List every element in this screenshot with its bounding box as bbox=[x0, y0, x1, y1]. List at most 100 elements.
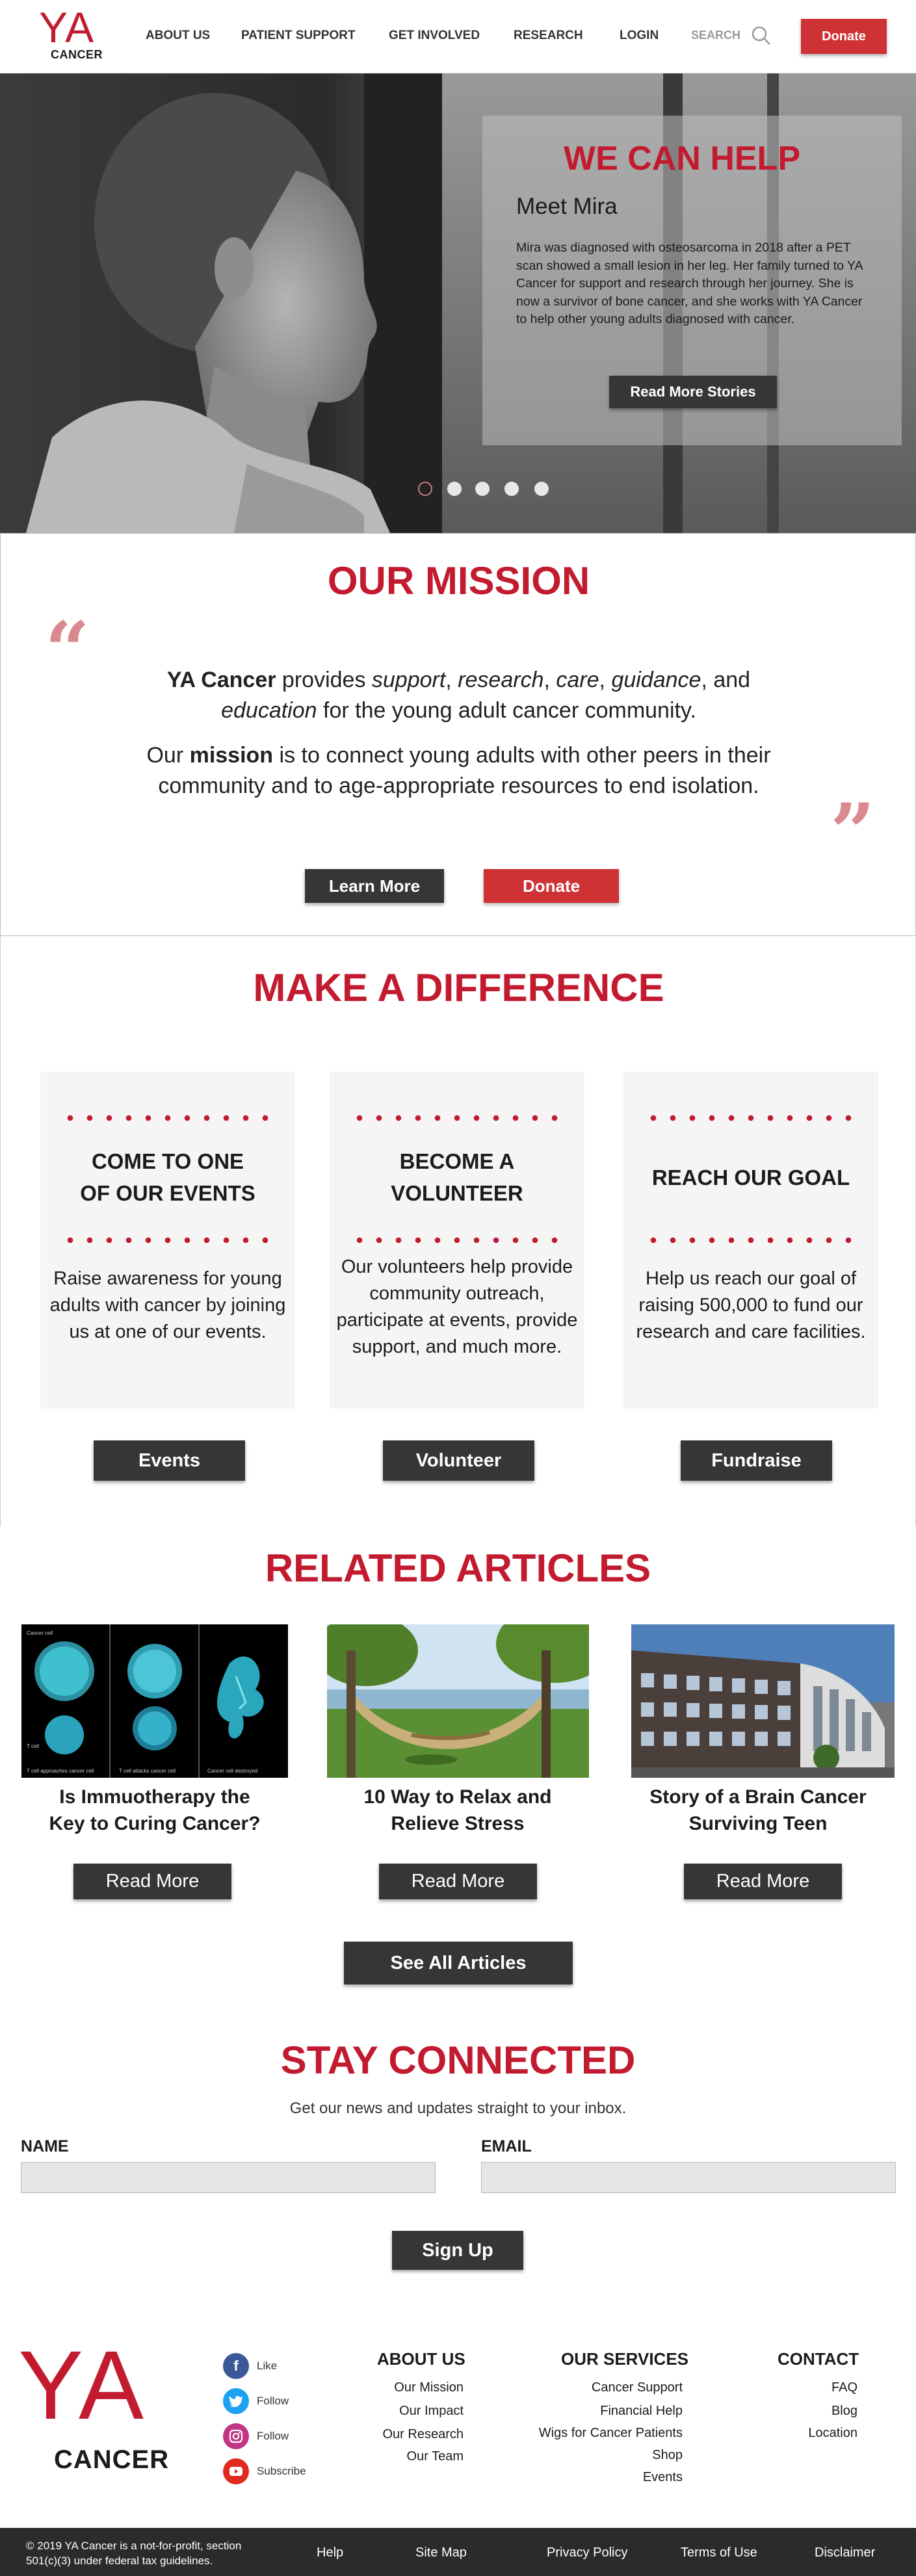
mission-title: OUR MISSION bbox=[327, 559, 590, 603]
bottom-link-disclaimer[interactable]: Disclaimer bbox=[815, 2545, 875, 2560]
learn-more-button[interactable]: Learn More bbox=[305, 869, 444, 903]
bottom-link-site-map[interactable]: Site Map bbox=[415, 2545, 467, 2560]
logo-ya[interactable]: YA bbox=[39, 6, 94, 49]
nav-get-involved[interactable]: GET INVOLVED bbox=[389, 29, 480, 43]
footer-logo-cancer[interactable]: CANCER bbox=[54, 2445, 169, 2475]
footer-link-blog[interactable]: Blog bbox=[831, 2404, 857, 2419]
article-image-hammock[interactable] bbox=[327, 1624, 589, 1778]
footer-link-shop[interactable]: Shop bbox=[652, 2448, 683, 2463]
footer-logo-ya[interactable]: YA bbox=[18, 2336, 146, 2434]
twitter-label: Follow bbox=[257, 2395, 289, 2407]
card-title-line: VOLUNTEER bbox=[391, 1181, 523, 1205]
article-title-line: Key to Curing Cancer? bbox=[49, 1813, 261, 1834]
social-instagram[interactable]: Follow bbox=[223, 2423, 353, 2449]
footer-link-our-team[interactable]: Our Team bbox=[407, 2449, 464, 2464]
carousel-dot-4[interactable] bbox=[504, 482, 519, 496]
dot-divider bbox=[348, 1115, 566, 1121]
events-button[interactable]: Events bbox=[94, 1440, 245, 1481]
card-title-line: REACH OUR GOAL bbox=[651, 1165, 850, 1190]
mission-word: guidance bbox=[611, 668, 701, 692]
difference-title: MAKE A DIFFERENCE bbox=[253, 966, 664, 1009]
events-card: COME TO ONE OF OUR EVENTS Raise awareness… bbox=[40, 1072, 295, 1409]
bottom-link-terms-of-use[interactable]: Terms of Use bbox=[681, 2545, 757, 2560]
read-more-button-3[interactable]: Read More bbox=[684, 1864, 842, 1899]
mission-text: for the young adult cancer community. bbox=[317, 698, 696, 723]
article-title-brain-cancer[interactable]: Story of a Brain Cancer Surviving Teen bbox=[628, 1784, 888, 1837]
connected-subtitle: Get our news and updates straight to you… bbox=[289, 2100, 627, 2117]
nav-login[interactable]: LOGIN bbox=[620, 29, 659, 43]
footer-link-cancer-support[interactable]: Cancer Support bbox=[592, 2380, 683, 2395]
facebook-icon: f bbox=[223, 2353, 249, 2379]
footer-link-wigs[interactable]: Wigs for Cancer Patients bbox=[539, 2426, 683, 2441]
email-input[interactable] bbox=[481, 2162, 896, 2193]
footer-link-location[interactable]: Location bbox=[808, 2426, 857, 2441]
carousel-dot-5[interactable] bbox=[534, 482, 549, 496]
footer-contact-heading: CONTACT bbox=[778, 2349, 859, 2369]
dot-divider bbox=[59, 1237, 277, 1243]
social-facebook[interactable]: f Like bbox=[223, 2353, 353, 2379]
hero-headline: WE CAN HELP bbox=[564, 140, 800, 177]
related-articles-section: RELATED ARTICLES Cancer cell T cell T ce… bbox=[0, 1526, 916, 1996]
card-title-line: OF OUR EVENTS bbox=[80, 1181, 255, 1205]
stay-connected-section: STAY CONNECTED Get our news and updates … bbox=[0, 1996, 916, 2314]
read-more-stories-button[interactable]: Read More Stories bbox=[609, 376, 777, 408]
sign-up-button[interactable]: Sign Up bbox=[392, 2231, 523, 2270]
footer-link-our-research[interactable]: Our Research bbox=[383, 2427, 464, 2442]
read-more-button-1[interactable]: Read More bbox=[73, 1864, 231, 1899]
email-label: EMAIL bbox=[481, 2137, 532, 2155]
article-title-relax[interactable]: 10 Way to Relax and Relieve Stress bbox=[328, 1784, 588, 1837]
search-label[interactable]: SEARCH bbox=[691, 29, 740, 42]
footer-link-financial-help[interactable]: Financial Help bbox=[600, 2404, 683, 2419]
footer-link-our-mission[interactable]: Our Mission bbox=[394, 2380, 464, 2395]
see-all-articles-button[interactable]: See All Articles bbox=[344, 1942, 573, 1984]
events-card-title: COME TO ONE OF OUR EVENTS bbox=[47, 1145, 289, 1210]
mission-text: , and bbox=[701, 668, 751, 692]
article-image-building[interactable] bbox=[631, 1624, 895, 1778]
carousel-dot-2[interactable] bbox=[447, 482, 462, 496]
article-title-immunotherapy[interactable]: Is Immuotherapy the Key to Curing Cancer? bbox=[25, 1784, 285, 1837]
search-icon[interactable] bbox=[750, 25, 772, 47]
mission-word: support bbox=[371, 668, 446, 692]
article-title-line: Is Immuotherapy the bbox=[59, 1786, 250, 1808]
close-quote-icon: ” bbox=[830, 787, 876, 878]
mission-word: research bbox=[458, 668, 544, 692]
footer-link-faq[interactable]: FAQ bbox=[831, 2380, 857, 2395]
events-card-text: Raise awareness for young adults with ca… bbox=[49, 1268, 286, 1342]
volunteer-card: BECOME A VOLUNTEER Our volunteers help pr… bbox=[330, 1072, 584, 1409]
mission-text: , bbox=[445, 668, 458, 692]
header-donate-button[interactable]: Donate bbox=[801, 19, 887, 54]
bottom-link-help[interactable]: Help bbox=[317, 2545, 343, 2560]
footer-link-our-impact[interactable]: Our Impact bbox=[399, 2404, 464, 2419]
image-caption: Cancer cell bbox=[27, 1630, 53, 1636]
instagram-icon bbox=[223, 2423, 249, 2449]
bottom-link-privacy-policy[interactable]: Privacy Policy bbox=[547, 2545, 627, 2560]
name-input[interactable] bbox=[21, 2162, 436, 2193]
nav-research[interactable]: RESEARCH bbox=[514, 29, 583, 43]
volunteer-button[interactable]: Volunteer bbox=[383, 1440, 534, 1481]
footer-link-events[interactable]: Events bbox=[643, 2470, 683, 2485]
nav-patient-support[interactable]: PATIENT SUPPORT bbox=[241, 29, 356, 43]
dot-divider bbox=[642, 1115, 860, 1121]
social-twitter[interactable]: Follow bbox=[223, 2388, 353, 2414]
article-title-line: Story of a Brain Cancer bbox=[649, 1786, 867, 1808]
page: YA CANCER ABOUT US PATIENT SUPPORT GET I… bbox=[0, 0, 916, 2576]
image-caption: T cell attacks cancer cell bbox=[119, 1768, 176, 1774]
nav-about-us[interactable]: ABOUT US bbox=[146, 29, 210, 43]
read-more-button-2[interactable]: Read More bbox=[379, 1864, 537, 1899]
mission-donate-button[interactable]: Donate bbox=[484, 869, 619, 903]
mission-word: education bbox=[221, 698, 317, 723]
logo-cancer[interactable]: CANCER bbox=[51, 48, 103, 62]
article-image-immunotherapy[interactable]: Cancer cell T cell T cell approaches can… bbox=[21, 1624, 288, 1778]
hero-story-card: WE CAN HELP Meet Mira Mira was diagnosed… bbox=[482, 116, 902, 445]
facebook-label: Like bbox=[257, 2360, 278, 2372]
copyright-text: © 2019 YA Cancer is a not-for-profit, se… bbox=[26, 2538, 241, 2568]
carousel-dot-1[interactable] bbox=[418, 482, 432, 496]
mission-text: provides bbox=[276, 668, 372, 692]
image-caption: T cell bbox=[27, 1743, 39, 1749]
make-a-difference-section: MAKE A DIFFERENCE COME TO ONE OF OUR EVEN… bbox=[0, 936, 916, 1526]
carousel-dot-3[interactable] bbox=[475, 482, 490, 496]
social-youtube[interactable]: Subscribe bbox=[223, 2458, 353, 2484]
fundraise-button[interactable]: Fundraise bbox=[681, 1440, 832, 1481]
footer-services-heading: OUR SERVICES bbox=[561, 2349, 689, 2369]
copyright-line: 501(c)(3) under federal tax guidelines. bbox=[26, 2555, 213, 2567]
